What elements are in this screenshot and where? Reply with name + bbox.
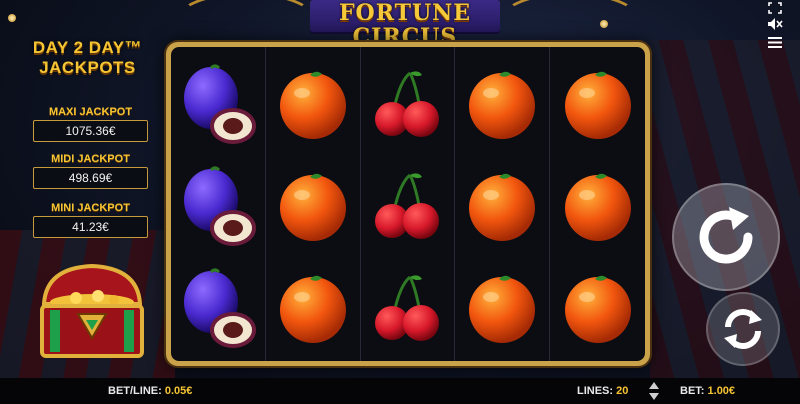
plum-symbol-icon: [171, 258, 265, 358]
orange-symbol-icon: [266, 54, 360, 154]
reel-column: [171, 47, 266, 361]
orange-symbol-icon: [455, 54, 549, 154]
reel-column: [550, 47, 645, 361]
reel-column: [455, 47, 551, 361]
mini-jackpot-value: 41.23€: [33, 216, 148, 238]
bet-value: 1.00€: [707, 385, 736, 397]
spin-icon: [699, 207, 753, 264]
maxi-jackpot-value: 1075.36€: [33, 120, 148, 142]
autoplay-button[interactable]: [706, 292, 780, 366]
bet-line-display: BET/LINE: 0.05€: [108, 384, 192, 398]
maxi-jackpot-label: MAXI JACKPOT: [48, 106, 133, 118]
jackpots-title-line2: JACKPOTS: [39, 58, 136, 77]
reel-column: [266, 47, 361, 361]
bet-display: BET: 1.00€: [680, 384, 735, 398]
cherry-symbol-icon: [361, 54, 455, 154]
orange-symbol-icon: [550, 54, 645, 154]
reels-grid: [171, 47, 645, 361]
light-bulb: [8, 14, 16, 22]
orange-symbol-icon: [550, 258, 645, 358]
treasure-chest-icon: [40, 263, 144, 358]
plum-symbol-icon: [171, 156, 265, 256]
orange-symbol-icon: [266, 156, 360, 256]
menu-icon[interactable]: [766, 36, 784, 50]
bet-line-label: BET/LINE:: [108, 385, 162, 397]
orange-symbol-icon: [266, 258, 360, 358]
orange-symbol-icon: [455, 156, 549, 256]
lines-value: 20: [616, 385, 629, 397]
cherry-symbol-icon: [361, 156, 455, 256]
orange-symbol-icon: [455, 258, 549, 358]
spin-button[interactable]: [672, 183, 780, 291]
bet-label: BET:: [680, 385, 705, 397]
midi-jackpot-label: MIDI JACKPOT: [51, 153, 130, 165]
logo-swirl-left: [176, 0, 316, 48]
logo-swirl-right: [500, 0, 640, 48]
autoplay-icon: [724, 309, 762, 349]
bet-stepper-icon[interactable]: [648, 381, 660, 401]
mini-jackpot-label: MINI JACKPOT: [51, 202, 130, 214]
game-stage: DAY 2 DAY™ JACKPOTS MAXI JACKPOT 1075.36…: [0, 0, 800, 404]
plum-symbol-icon: [171, 54, 265, 154]
fullscreen-icon[interactable]: [766, 2, 784, 16]
midi-jackpot-value: 498.69€: [33, 167, 148, 189]
cherry-symbol-icon: [361, 258, 455, 358]
lines-label: LINES:: [577, 385, 614, 397]
orange-symbol-icon: [550, 156, 645, 256]
jackpots-title-line1: DAY 2 DAY™: [32, 38, 143, 57]
logo-line1: FORTUNE: [338, 0, 472, 26]
sound-muted-icon[interactable]: [766, 17, 784, 31]
jackpots-title: DAY 2 DAY™ JACKPOTS: [20, 38, 155, 78]
reels-frame: [166, 42, 650, 366]
bet-line-value: 0.05€: [164, 385, 193, 397]
lines-display: LINES: 20: [577, 384, 628, 398]
reel-column: [361, 47, 456, 361]
